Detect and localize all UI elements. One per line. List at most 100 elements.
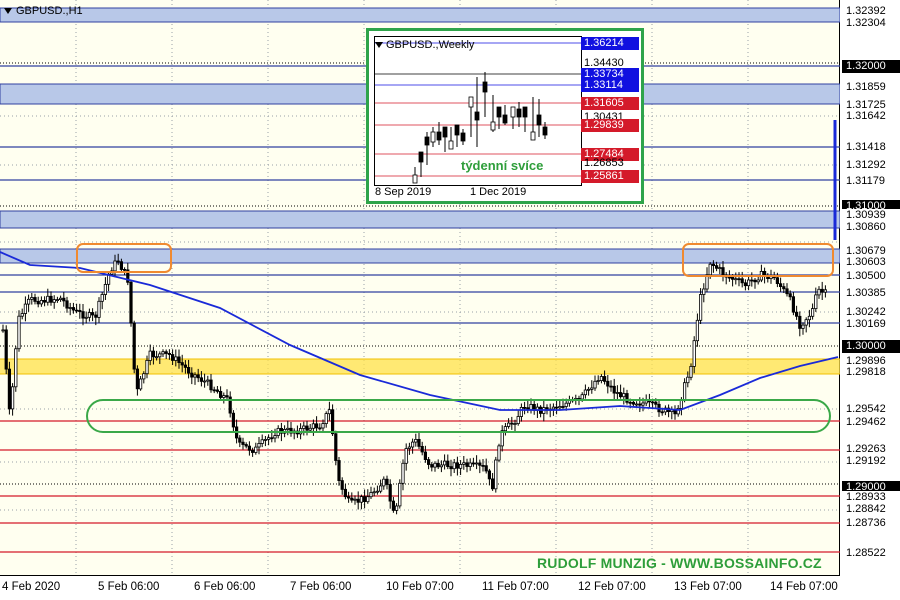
candle-body <box>788 293 792 298</box>
candle-body <box>689 365 693 378</box>
candle-body <box>510 422 514 425</box>
inset-price-label: 1.31605 <box>581 97 639 110</box>
candle-body <box>503 426 508 432</box>
trading-chart-window: GBPUSD.,H1 GBPUSD.,Weekly týdenní svíce … <box>0 0 900 600</box>
candle-body <box>52 299 56 303</box>
resistance-zone <box>0 7 840 23</box>
price-label: 1.31859 <box>842 81 900 94</box>
candle-body <box>587 388 591 391</box>
candle-body <box>241 441 245 445</box>
candle-body <box>353 498 357 501</box>
candle-body <box>151 350 155 358</box>
candle-body <box>154 356 159 359</box>
candle-body <box>606 380 610 387</box>
candle-body <box>747 279 751 287</box>
candle-body <box>641 402 645 406</box>
candle-body <box>484 465 488 472</box>
inset-title-text: GBPUSD.,Weekly <box>386 39 475 51</box>
price-label: 1.30603 <box>842 256 900 269</box>
candle-body <box>337 460 341 482</box>
candle-body <box>116 260 120 263</box>
price-label: 1.28522 <box>842 547 900 560</box>
candle-body <box>494 459 498 490</box>
candle-body <box>263 438 268 441</box>
candle-body <box>731 276 735 280</box>
candle-body <box>17 315 21 350</box>
candle-body <box>382 478 386 487</box>
candle-body <box>215 389 219 392</box>
candle-body <box>462 462 466 465</box>
candle-body <box>305 425 309 431</box>
candle-body <box>324 413 328 425</box>
weekly-inset-panel: GBPUSD.,Weekly týdenní svíce 1.36214 1.3… <box>366 28 644 204</box>
price-label: 1.29818 <box>842 366 900 379</box>
candle-body <box>490 478 495 490</box>
candle-body <box>33 297 37 302</box>
candle-body <box>561 406 565 408</box>
support-highlight-ellipse <box>86 399 831 433</box>
candle-body <box>135 368 139 390</box>
time-label: 13 Feb 07:00 <box>674 581 742 593</box>
chevron-down-icon <box>375 42 383 49</box>
candle-body <box>20 313 24 317</box>
candle-body <box>775 277 780 285</box>
candle-body <box>404 448 408 464</box>
candle-body <box>123 268 127 271</box>
chart-title-text: GBPUSD.,H1 <box>16 5 83 17</box>
candle-body <box>756 279 760 283</box>
candle-body <box>266 437 271 440</box>
chart-plot-area[interactable]: GBPUSD.,H1 GBPUSD.,Weekly týdenní svíce … <box>0 0 840 576</box>
candle-body <box>238 437 242 443</box>
candle-body <box>84 316 88 319</box>
candle-body <box>407 446 412 449</box>
candle-body <box>321 423 325 429</box>
candle-body <box>439 464 444 468</box>
resistance-zone <box>0 210 840 229</box>
candle-body <box>302 425 306 429</box>
candle-body <box>391 500 396 511</box>
candle-body <box>343 488 348 498</box>
candle-body <box>529 403 533 411</box>
candle-body <box>161 351 165 355</box>
candle-body <box>174 356 178 361</box>
candle-body <box>369 492 373 498</box>
candle-body <box>350 497 354 501</box>
candle-body <box>225 395 229 398</box>
candle-body <box>474 462 479 465</box>
candle-body <box>442 460 447 466</box>
candle-body <box>519 406 524 417</box>
candle-body <box>599 376 604 381</box>
candle-body <box>254 446 258 453</box>
candle-body <box>612 385 616 394</box>
candle-body <box>81 311 85 319</box>
candle-body <box>795 311 799 317</box>
inset-candle-body <box>536 114 542 126</box>
price-label: 1.30169 <box>842 318 900 331</box>
candle-body <box>183 364 187 368</box>
candle-body <box>516 416 520 424</box>
candle-body <box>78 309 82 312</box>
candle-body <box>206 379 210 382</box>
candle-body <box>209 379 213 391</box>
time-label: 12 Feb 07:00 <box>578 581 646 593</box>
candle-body <box>702 288 706 295</box>
candle-body <box>148 350 152 361</box>
candle-body <box>222 395 226 398</box>
candle-body <box>426 459 431 465</box>
candle-body <box>4 329 8 370</box>
candle-body <box>23 303 28 314</box>
candle-body <box>523 406 527 409</box>
candle-body <box>782 286 786 290</box>
candle-body <box>727 276 732 279</box>
candle-body <box>1 329 5 332</box>
price-label: 1.31418 <box>842 141 900 154</box>
time-label: 4 Feb 2020 <box>2 581 61 593</box>
price-label: 1.30860 <box>842 221 900 234</box>
candle-body <box>394 505 399 511</box>
candle-body <box>398 482 402 507</box>
candle-body <box>49 295 53 303</box>
candle-body <box>318 427 322 430</box>
time-label: 10 Feb 07:00 <box>386 581 454 593</box>
candle-body <box>811 308 815 317</box>
chevron-down-icon[interactable] <box>4 8 12 15</box>
